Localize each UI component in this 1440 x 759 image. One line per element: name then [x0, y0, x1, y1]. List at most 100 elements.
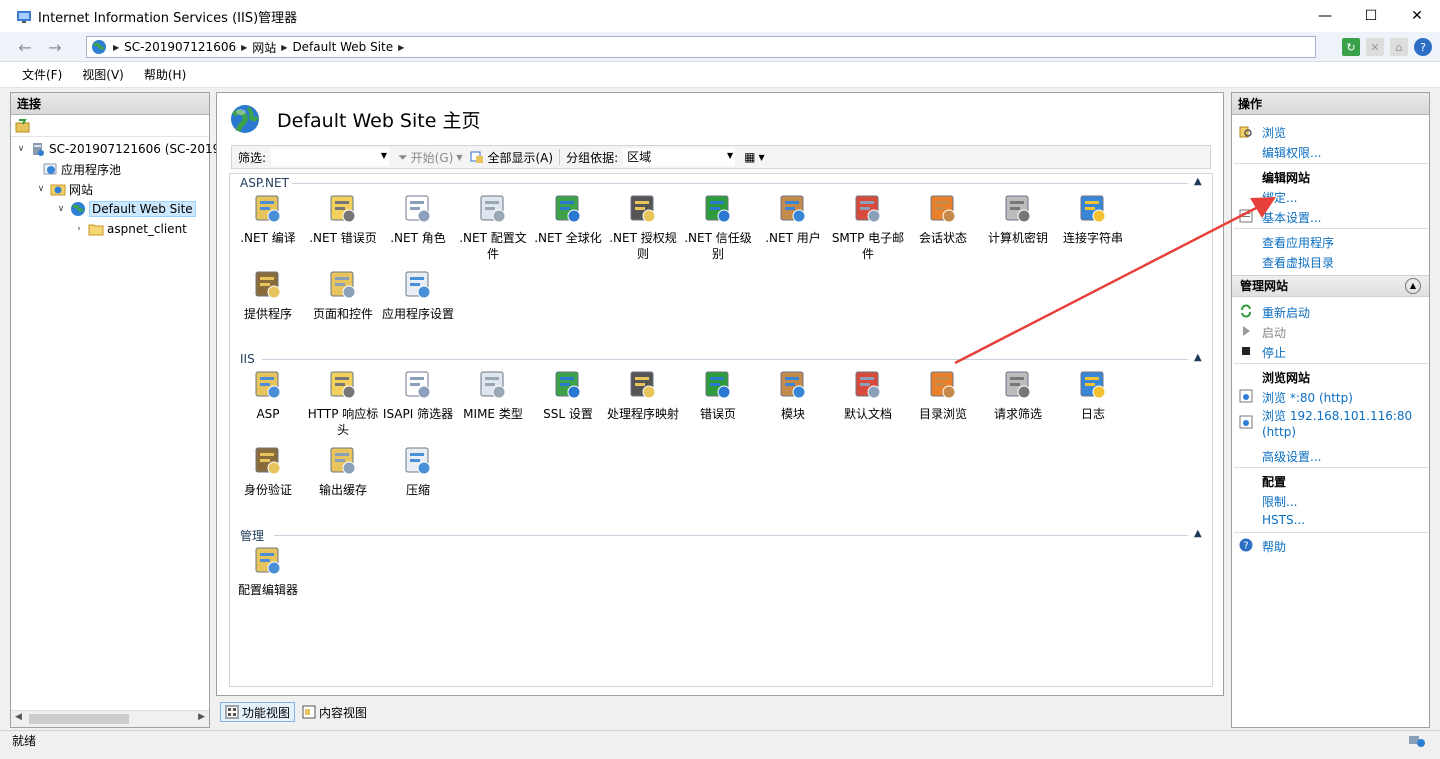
crumb-site[interactable]: Default Web Site — [292, 40, 393, 54]
feature-item[interactable]: MIME 类型 — [456, 368, 530, 422]
feature-item[interactable]: 压缩 — [381, 444, 455, 498]
feature-item[interactable]: .NET 配置文件 — [456, 192, 530, 262]
menu-file[interactable]: 文件(F) — [22, 66, 62, 83]
dropdown-arrow-icon[interactable]: ▼ — [758, 153, 764, 162]
tree-node-apppools[interactable]: 应用程序池 — [39, 159, 121, 179]
tab-content-view[interactable]: 内容视图 — [297, 702, 372, 722]
feature-item[interactable]: ISAPI 筛选器 — [381, 368, 455, 422]
action-advanced-settings[interactable]: 高级设置... — [1262, 448, 1321, 465]
feature-item[interactable]: 配置编辑器 — [231, 544, 305, 598]
section-manage-site[interactable]: 管理网站 ▲ — [1232, 275, 1429, 297]
refresh-icon[interactable]: ↻ — [1342, 38, 1360, 56]
feature-item[interactable]: HTTP 响应标头 — [306, 368, 380, 438]
view-mode-button[interactable]: ▦ ▼ — [744, 150, 765, 164]
collapse-group-icon[interactable]: ▲ — [1194, 352, 1202, 363]
group-by-select[interactable]: 区域 ▼ — [622, 147, 737, 167]
help-icon[interactable]: ? — [1414, 38, 1432, 56]
group-header-manage[interactable]: 管理 — [240, 528, 264, 543]
feature-item[interactable]: 会话状态 — [906, 192, 980, 246]
scroll-right-icon[interactable]: ▶ — [198, 712, 205, 722]
feature-item[interactable]: 错误页 — [681, 368, 755, 422]
action-help[interactable]: 帮助 — [1262, 538, 1286, 555]
feature-item[interactable]: .NET 错误页 — [306, 192, 380, 246]
action-browse-ip-line1[interactable]: 浏览 192.168.101.116:80 — [1262, 407, 1412, 424]
feature-item[interactable]: 身份验证 — [231, 444, 305, 498]
action-bindings[interactable]: 绑定... — [1262, 189, 1297, 206]
tree-node-default-site[interactable]: ∨ Default Web Site — [55, 199, 196, 219]
group-header-aspnet[interactable]: ASP.NET — [240, 176, 289, 190]
feature-item[interactable]: 提供程序 — [231, 268, 305, 322]
action-stop[interactable]: 停止 — [1262, 344, 1286, 361]
feature-item[interactable]: SSL 设置 — [531, 368, 605, 422]
crumb-sites[interactable]: 网站 — [252, 39, 276, 56]
collapse-icon[interactable]: ∨ — [15, 144, 27, 154]
feature-item-label: HTTP 响应标头 — [307, 407, 379, 437]
feature-item[interactable]: ASP — [231, 368, 305, 422]
action-browse[interactable]: 浏览 — [1262, 124, 1286, 141]
action-view-virtual-directories[interactable]: 查看虚拟目录 — [1262, 254, 1334, 271]
close-button[interactable]: ✕ — [1394, 0, 1440, 32]
group-header-iis[interactable]: IIS — [240, 352, 255, 366]
dropdown-arrow-icon[interactable]: ▼ — [456, 153, 462, 162]
action-view-applications[interactable]: 查看应用程序 — [1262, 234, 1334, 251]
scroll-left-icon[interactable]: ◀ — [15, 712, 22, 722]
filter-input[interactable]: ▼ — [270, 147, 391, 167]
stop-icon[interactable]: ✕ — [1366, 38, 1384, 56]
action-limits[interactable]: 限制... — [1262, 493, 1297, 510]
menu-help[interactable]: 帮助(H) — [144, 66, 186, 83]
feature-item[interactable]: SMTP 电子邮件 — [831, 192, 905, 262]
feature-item[interactable]: 默认文档 — [831, 368, 905, 422]
tree-node-server[interactable]: ∨ SC-201907121606 (SC-2019 — [15, 139, 220, 159]
feature-item[interactable]: .NET 全球化 — [531, 192, 605, 246]
feature-item[interactable]: 目录浏览 — [906, 368, 980, 422]
svg-text:?: ? — [1243, 541, 1248, 552]
collapse-group-icon[interactable]: ▲ — [1194, 176, 1202, 187]
feature-item[interactable]: 页面和控件 — [306, 268, 380, 322]
tree-node-aspnet-client[interactable]: › aspnet_client — [73, 219, 187, 239]
action-edit-permissions[interactable]: 编辑权限... — [1262, 144, 1321, 161]
action-start[interactable]: 启动 — [1262, 324, 1286, 341]
feature-item[interactable]: 模块 — [756, 368, 830, 422]
feature-item[interactable]: .NET 角色 — [381, 192, 455, 246]
collapse-group-icon[interactable]: ▲ — [1194, 528, 1202, 539]
crumb-server[interactable]: SC-201907121606 — [124, 40, 236, 54]
feature-item[interactable]: .NET 用户 — [756, 192, 830, 246]
action-browse-ip-line2[interactable]: (http) — [1262, 425, 1296, 439]
feature-item[interactable]: 输出缓存 — [306, 444, 380, 498]
feature-item[interactable]: 处理程序映射 — [606, 368, 680, 422]
feature-item[interactable]: 日志 — [1056, 368, 1130, 422]
toolbar-divider — [559, 149, 561, 165]
feature-item[interactable]: 应用程序设置 — [381, 268, 455, 322]
collapse-icon[interactable]: ∨ — [35, 184, 47, 194]
maximize-button[interactable]: ☐ — [1348, 0, 1394, 32]
feature-item[interactable]: 请求筛选 — [981, 368, 1055, 422]
feature-item[interactable]: .NET 授权规则 — [606, 192, 680, 262]
minimize-button[interactable]: — — [1302, 0, 1348, 32]
feature-item[interactable]: .NET 编译 — [231, 192, 305, 246]
home-icon[interactable]: ⌂ — [1390, 38, 1408, 56]
horizontal-scrollbar[interactable]: ◀ ▶ — [11, 710, 209, 727]
forward-button[interactable]: → — [42, 36, 68, 58]
start-filter-button[interactable]: ⏷ 开始(G) ▼ — [398, 149, 462, 166]
create-connection-icon[interactable] — [15, 118, 31, 134]
tab-features-view[interactable]: 功能视图 — [220, 702, 296, 722]
action-browse-port-80[interactable]: 浏览 *:80 (http) — [1262, 389, 1353, 406]
action-restart[interactable]: 重新启动 — [1262, 304, 1310, 321]
back-button[interactable]: ← — [12, 36, 38, 58]
address-bar[interactable]: ▶ SC-201907121606 ▶ 网站 ▶ Default Web Sit… — [86, 36, 1316, 58]
feature-item[interactable]: 连接字符串 — [1056, 192, 1130, 246]
feature-item[interactable]: .NET 信任级别 — [681, 192, 755, 262]
dropdown-arrow-icon[interactable]: ▼ — [381, 151, 387, 160]
tree-node-sites[interactable]: ∨ 网站 — [35, 179, 93, 199]
show-all-button[interactable]: 全部显示(A) — [470, 149, 553, 166]
menu-view[interactable]: 视图(V) — [82, 66, 124, 83]
feature-item[interactable]: 计算机密钥 — [981, 192, 1055, 246]
collapse-section-icon[interactable]: ▲ — [1405, 278, 1421, 294]
dropdown-arrow-icon[interactable]: ▼ — [727, 151, 733, 160]
collapse-icon[interactable]: ∨ — [55, 204, 67, 214]
expand-icon[interactable]: › — [73, 224, 85, 234]
action-hsts[interactable]: HSTS... — [1262, 513, 1305, 527]
feature-item-label: 连接字符串 — [1062, 231, 1123, 245]
action-basic-settings[interactable]: 基本设置... — [1262, 209, 1321, 226]
scroll-thumb[interactable] — [29, 714, 129, 724]
